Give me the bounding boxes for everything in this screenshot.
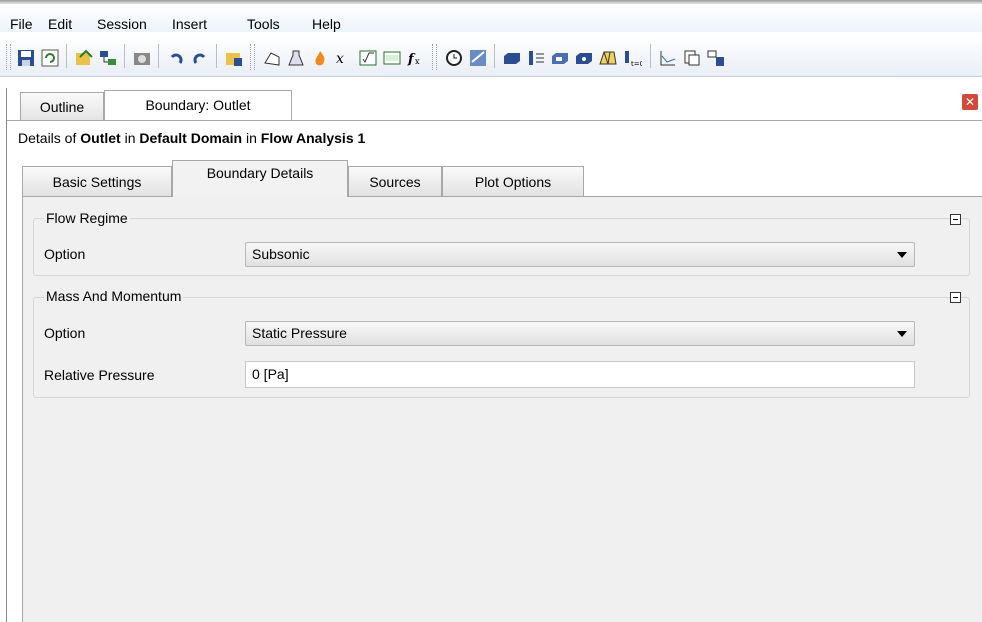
subdomain-icon[interactable] xyxy=(550,48,570,68)
toolbar-separator xyxy=(158,44,159,68)
menu-insert[interactable]: Insert xyxy=(172,16,207,32)
interface-icon[interactable] xyxy=(526,48,546,68)
save-icon[interactable] xyxy=(16,48,36,68)
refresh-icon[interactable] xyxy=(40,48,60,68)
monitor-icon[interactable] xyxy=(682,48,702,68)
menu-bar: File Edit Session Insert Tools Help xyxy=(0,4,982,32)
mass-momentum-option-value: Static Pressure xyxy=(252,325,347,341)
tab-divider xyxy=(7,120,982,121)
flow-regime-collapse-icon[interactable] xyxy=(950,214,961,225)
undo-icon[interactable] xyxy=(166,48,186,68)
redo-icon[interactable] xyxy=(190,48,210,68)
output-icon[interactable] xyxy=(706,48,726,68)
tab-outline[interactable]: Outline xyxy=(20,92,104,120)
network-icon[interactable] xyxy=(98,48,118,68)
mesh-icon[interactable] xyxy=(598,48,618,68)
close-tab-icon[interactable]: ✕ xyxy=(962,94,978,110)
relative-pressure-input[interactable]: 0 [Pa] xyxy=(245,361,915,388)
source-icon[interactable] xyxy=(574,48,594,68)
import-icon[interactable] xyxy=(224,48,244,68)
toolbar-separator xyxy=(216,44,217,68)
details-domain: Default Domain xyxy=(139,130,243,146)
tab-boundary-outlet[interactable]: Boundary: Outlet xyxy=(104,90,292,120)
export-icon[interactable] xyxy=(74,48,94,68)
details-header: Details of Outlet in Default Domain in F… xyxy=(18,130,365,146)
tab-boundary-details[interactable]: Boundary Details xyxy=(172,160,348,197)
toolbar-grip[interactable] xyxy=(432,44,437,70)
toolbar-separator xyxy=(66,44,67,68)
toolbar-grip[interactable] xyxy=(250,44,255,70)
svg-text:x: x xyxy=(415,57,420,66)
camera-icon[interactable] xyxy=(132,48,152,68)
toolbar-separator xyxy=(124,44,125,68)
mass-momentum-collapse-icon[interactable] xyxy=(950,292,961,303)
tab-sources[interactable]: Sources xyxy=(348,166,442,196)
toolbar-separator xyxy=(494,44,495,68)
chart-icon[interactable] xyxy=(658,48,678,68)
menu-tools[interactable]: Tools xyxy=(247,16,280,32)
menu-file[interactable]: File xyxy=(10,16,33,32)
toolbar-grip[interactable] xyxy=(6,44,11,70)
dropdown-arrow-icon xyxy=(897,252,907,258)
material-icon[interactable] xyxy=(286,48,306,68)
tab-plot-options[interactable]: Plot Options xyxy=(442,166,584,196)
relative-pressure-label: Relative Pressure xyxy=(44,367,155,383)
function-icon[interactable] xyxy=(358,48,378,68)
menu-session[interactable]: Session xyxy=(97,16,147,32)
solver-icon[interactable] xyxy=(468,48,488,68)
clock-icon[interactable] xyxy=(444,48,464,68)
svg-text:t=0: t=0 xyxy=(631,60,642,68)
subroutine-icon[interactable] xyxy=(382,48,402,68)
dropdown-arrow-icon xyxy=(897,331,907,337)
timestep-icon[interactable]: t=0 xyxy=(622,48,642,68)
fx-icon[interactable]: fx xyxy=(406,48,426,68)
details-analysis: Flow Analysis 1 xyxy=(260,130,366,146)
panel-left-border xyxy=(6,88,7,622)
boundary-icon[interactable] xyxy=(502,48,522,68)
flow-regime-option-label: Option xyxy=(44,246,86,262)
reaction-icon[interactable] xyxy=(310,48,330,68)
menu-edit[interactable]: Edit xyxy=(48,16,72,32)
flow-regime-title: Flow Regime xyxy=(44,210,130,226)
flow-regime-option-value: Subsonic xyxy=(252,246,310,262)
tab-basic-settings[interactable]: Basic Settings xyxy=(22,166,172,196)
mass-momentum-title: Mass And Momentum xyxy=(44,288,184,304)
flow-regime-option-select[interactable]: Subsonic xyxy=(245,242,915,267)
menu-help[interactable]: Help xyxy=(312,16,341,32)
main-toolbar: x fx t=0 xyxy=(0,36,982,77)
mass-momentum-option-label: Option xyxy=(44,325,86,341)
mass-momentum-option-select[interactable]: Static Pressure xyxy=(245,321,915,346)
details-in-1: in xyxy=(120,130,140,146)
details-prefix: Details of xyxy=(18,130,81,146)
details-object: Outlet xyxy=(80,130,121,146)
domain-icon[interactable] xyxy=(262,48,282,68)
toolbar-separator xyxy=(650,44,651,68)
details-in-2: in xyxy=(242,130,261,146)
expression-icon[interactable]: x xyxy=(334,48,354,68)
svg-text:x: x xyxy=(336,51,344,67)
